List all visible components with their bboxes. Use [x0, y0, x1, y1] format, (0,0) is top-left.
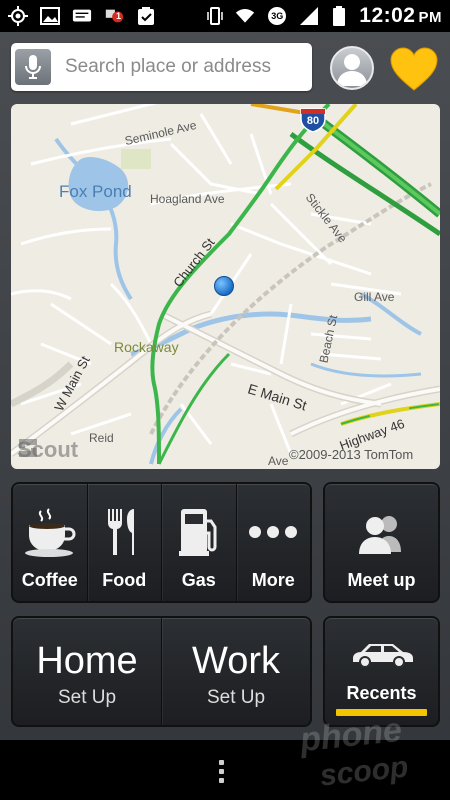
map-label-ave: Ave	[268, 454, 289, 468]
message-icon	[72, 6, 92, 26]
food-label: Food	[102, 570, 147, 590]
microphone-icon	[25, 55, 41, 79]
scout-logo: Scout	[17, 437, 79, 462]
map-label-hoagland-ave: Hoagland Ave	[150, 192, 225, 206]
people-icon	[353, 514, 411, 559]
heart-icon	[390, 47, 438, 91]
clock: 12:02 PM	[359, 4, 442, 27]
home-work-panel: Home Set Up Work Set Up	[11, 616, 312, 727]
map-label-gill-ave: Gill Ave	[354, 290, 395, 304]
clipboard-check-icon	[136, 6, 156, 26]
gps-icon	[8, 6, 28, 26]
food-button[interactable]: Food	[88, 484, 162, 601]
signal-icon	[299, 6, 319, 26]
coffee-button[interactable]: Coffee	[13, 484, 88, 601]
more-dots-icon	[248, 502, 298, 562]
work-setup-label: Set Up	[206, 687, 266, 708]
meet-up-label: Meet up	[347, 570, 416, 590]
3g-icon: 3G	[265, 6, 289, 26]
category-panel: Coffee Food Gas More	[11, 482, 312, 603]
home-setup-label: Set Up	[57, 687, 117, 708]
overflow-menu-button[interactable]	[219, 760, 224, 783]
status-icons-left: 1	[8, 6, 156, 26]
map-copyright: ©2009-2013 TomTom	[289, 447, 414, 462]
current-location-marker	[214, 276, 234, 296]
notification-count: 1	[116, 11, 122, 21]
recents-button[interactable]: Recents	[323, 616, 440, 727]
home-title: Home	[36, 640, 138, 682]
home-button[interactable]: Home Set Up	[13, 618, 162, 725]
menu-dot	[219, 760, 224, 765]
recents-label: Recents	[346, 683, 417, 703]
search-placeholder: Search place or address	[65, 56, 271, 77]
more-label: More	[251, 570, 295, 590]
user-silhouette-icon	[337, 54, 367, 86]
map-label-rockaway: Rockaway	[114, 339, 179, 355]
work-button[interactable]: Work Set Up	[162, 618, 310, 725]
search-input[interactable]: Search place or address	[11, 43, 312, 91]
menu-dot	[219, 769, 224, 774]
favorites-button[interactable]	[389, 46, 439, 92]
car-icon	[349, 640, 415, 673]
coffee-cup-icon	[23, 502, 77, 562]
map-label-reid: Reid	[89, 431, 114, 445]
vibrate-icon	[205, 6, 225, 26]
notification-badge-icon: 1	[104, 6, 124, 26]
status-icons-right: 3G 12:02 PM	[205, 4, 442, 28]
meet-up-button[interactable]: Meet up	[323, 482, 440, 603]
menu-dot	[219, 778, 224, 783]
status-bar: 1 3G 12:02 PM	[0, 0, 450, 32]
gas-label: Gas	[181, 570, 216, 590]
watermark-line-1: phone	[298, 710, 404, 760]
coffee-label: Coffee	[21, 570, 78, 590]
gas-pump-icon	[177, 502, 221, 562]
gas-button[interactable]: Gas	[162, 484, 237, 601]
map-view[interactable]: 80 Fox Pond Seminole Ave Hoagland Ave Ch…	[11, 104, 440, 469]
scout-logo-icon	[19, 439, 37, 457]
wifi-icon	[235, 6, 255, 26]
network-type: 3G	[271, 11, 284, 21]
battery-icon	[329, 6, 349, 26]
microphone-button[interactable]	[15, 49, 51, 85]
map-label-fox-pond: Fox Pond	[59, 182, 132, 201]
more-button[interactable]: More	[237, 484, 311, 601]
image-icon	[40, 6, 60, 26]
work-title: Work	[192, 640, 280, 682]
fork-knife-icon	[104, 502, 144, 562]
profile-avatar-button[interactable]	[330, 46, 374, 90]
interstate-80-shield: 80	[299, 106, 327, 132]
